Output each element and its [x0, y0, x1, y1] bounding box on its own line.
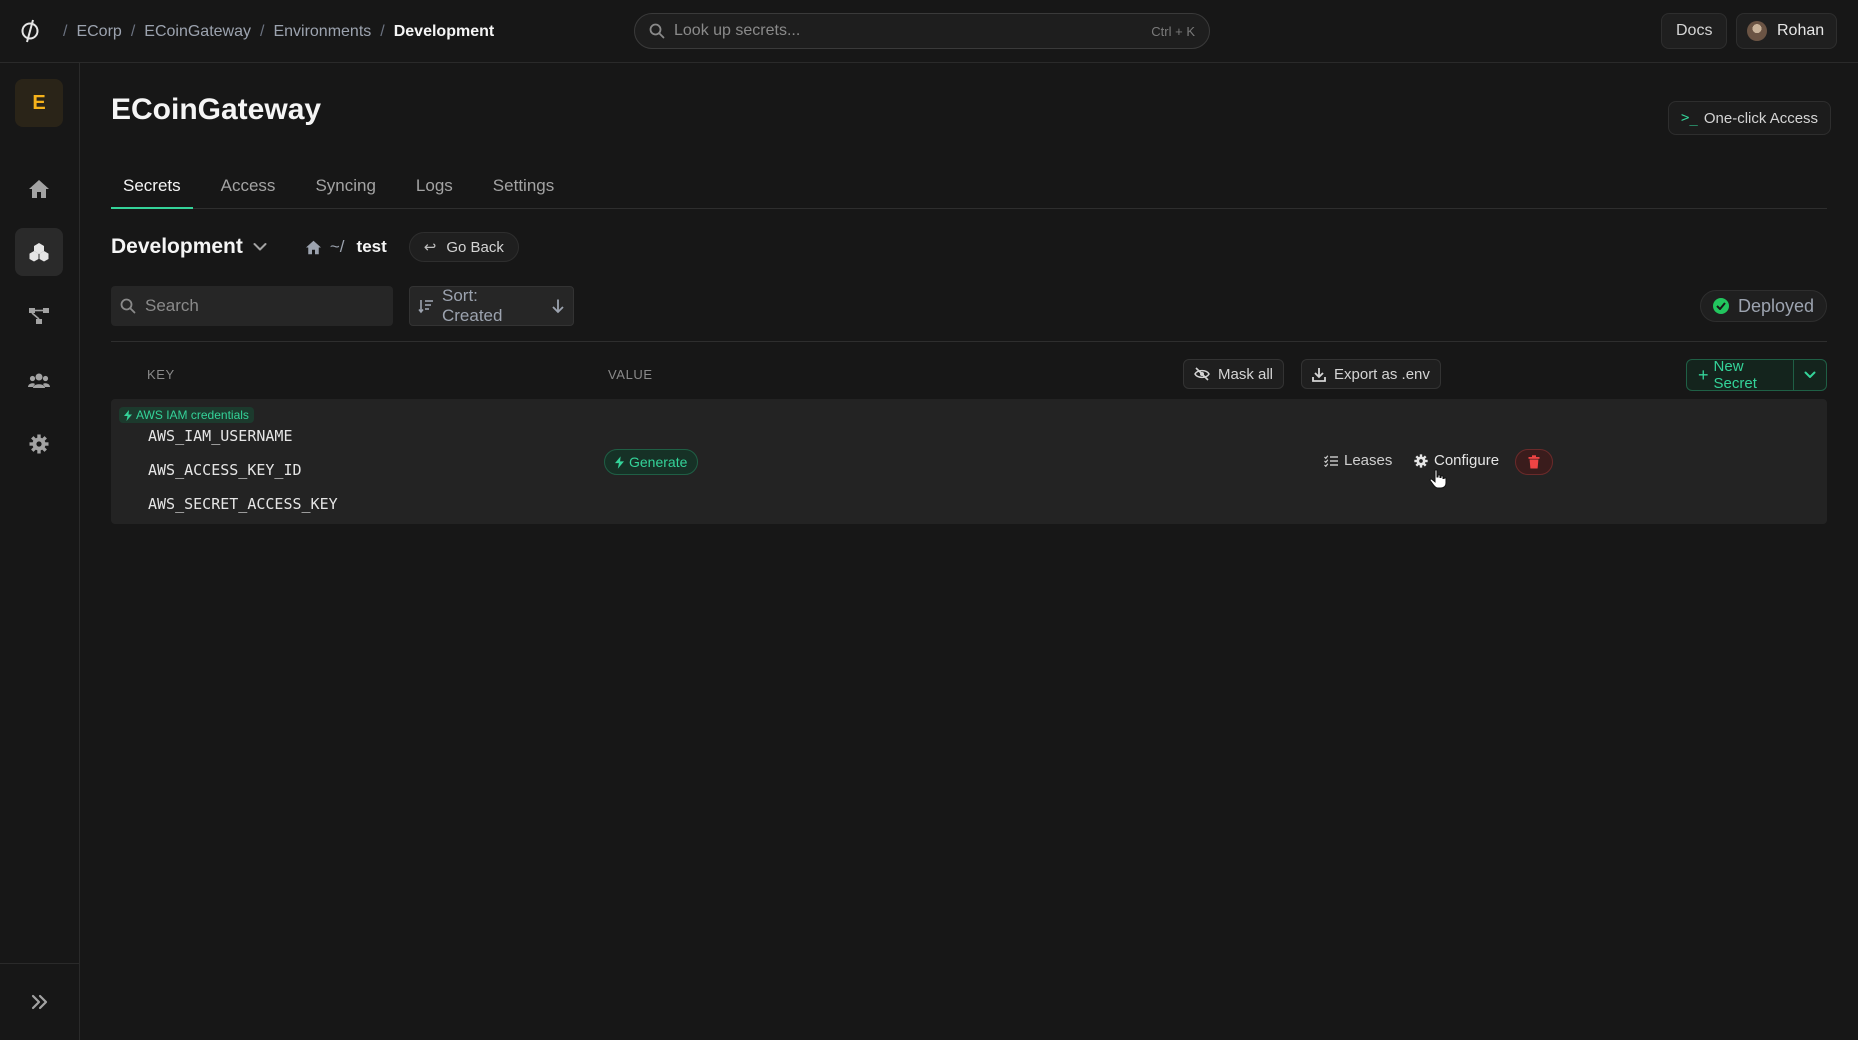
sidebar-item-apps[interactable]: [15, 228, 63, 276]
tab-access[interactable]: Access: [209, 171, 288, 209]
chevron-down-icon: [1804, 371, 1816, 378]
secrets-table-header: KEY VALUE Mask all Export as .env + New …: [111, 353, 1827, 397]
eye-off-icon: [1194, 367, 1210, 381]
terminal-icon: >_: [1681, 110, 1698, 126]
plus-icon: +: [1698, 365, 1709, 385]
tab-bar: Secrets Access Syncing Logs Settings: [111, 171, 1827, 209]
sort-dropdown[interactable]: Sort: Created: [409, 286, 574, 326]
lookup-placeholder: Look up secrets...: [674, 22, 801, 39]
tab-secrets[interactable]: Secrets: [111, 171, 193, 209]
breadcrumb: / ECorp / ECoinGateway / Environments / …: [63, 22, 495, 41]
tab-syncing[interactable]: Syncing: [303, 171, 387, 209]
environment-row: Development ~/ test ↩ Go Back: [111, 231, 519, 263]
generate-label: Generate: [629, 454, 688, 470]
check-circle-icon: [1713, 298, 1729, 314]
sidebar-item-settings[interactable]: [15, 420, 63, 468]
search-input[interactable]: Search: [111, 286, 393, 326]
arrow-down-icon: [552, 299, 564, 314]
path-prefix: ~/: [329, 237, 345, 256]
deployed-status-badge: Deployed: [1700, 290, 1828, 322]
current-folder[interactable]: test: [357, 237, 387, 257]
key-column-header: KEY: [147, 367, 175, 382]
configure-label: Configure: [1434, 452, 1500, 469]
top-bar: / ECorp / ECoinGateway / Environments / …: [0, 0, 1858, 63]
dynamic-secret-type: AWS IAM credentials: [136, 408, 249, 422]
org-badge[interactable]: E: [15, 79, 63, 127]
sidebar-footer: [0, 963, 80, 1040]
trash-icon: [1528, 455, 1540, 469]
sidebar-item-members[interactable]: [15, 356, 63, 404]
delete-secret-button[interactable]: [1515, 449, 1553, 475]
list-check-icon: [1324, 454, 1338, 467]
secret-key: AWS_SECRET_ACCESS_KEY: [148, 495, 338, 513]
home-icon[interactable]: [305, 240, 322, 255]
download-icon: [1312, 367, 1326, 382]
avatar: [1747, 21, 1767, 41]
new-secret-button-group: + New Secret: [1686, 359, 1827, 391]
apps-icon: [29, 243, 49, 262]
dynamic-secret-badge: AWS IAM credentials: [119, 407, 254, 423]
search-icon: [120, 298, 136, 314]
bolt-icon: [615, 455, 624, 469]
user-menu-button[interactable]: Rohan: [1736, 13, 1838, 49]
leases-button[interactable]: Leases: [1324, 452, 1392, 469]
tab-logs[interactable]: Logs: [404, 171, 465, 209]
tab-settings[interactable]: Settings: [481, 171, 566, 209]
one-click-access-button[interactable]: >_ One-click Access: [1668, 101, 1832, 135]
phase-logo-icon[interactable]: [18, 18, 42, 44]
environment-selector[interactable]: Development: [111, 235, 267, 259]
go-back-button[interactable]: ↩ Go Back: [408, 232, 519, 262]
search-placeholder: Search: [145, 296, 199, 315]
search-icon: [649, 23, 665, 39]
export-env-label: Export as .env: [1334, 365, 1430, 383]
secret-lookup-input[interactable]: Look up secrets... Ctrl + K: [634, 13, 1210, 49]
settings-icon: [29, 434, 49, 454]
export-env-button[interactable]: Export as .env: [1301, 359, 1441, 389]
user-name: Rohan: [1777, 22, 1825, 39]
secret-key: AWS_IAM_USERNAME: [148, 427, 293, 445]
environment-name: Development: [111, 235, 243, 258]
secrets-toolbar: Search Sort: Created Deployed: [111, 286, 1828, 326]
gear-icon: [1414, 453, 1428, 468]
leases-label: Leases: [1344, 452, 1393, 469]
generate-button[interactable]: Generate: [604, 449, 699, 475]
value-column-header: VALUE: [608, 367, 653, 382]
secret-key: AWS_ACCESS_KEY_ID: [148, 461, 302, 479]
sort-label: Sort: Created: [441, 286, 503, 325]
breadcrumb-environments[interactable]: Environments: [273, 23, 371, 41]
one-click-access-label: One-click Access: [1703, 109, 1819, 127]
sort-icon: [418, 300, 433, 314]
deployed-label: Deployed: [1738, 295, 1815, 316]
sidebar: E: [0, 63, 80, 1040]
integrations-icon: [29, 308, 49, 324]
new-secret-button[interactable]: + New Secret: [1687, 360, 1794, 390]
configure-button[interactable]: Configure: [1414, 452, 1499, 469]
members-icon: [28, 373, 50, 388]
mask-all-label: Mask all: [1218, 365, 1274, 383]
docs-button[interactable]: Docs: [1661, 13, 1728, 49]
expand-icon[interactable]: [30, 994, 50, 1010]
bolt-icon: [124, 409, 132, 421]
breadcrumb-org[interactable]: ECorp: [76, 23, 121, 41]
hand-cursor-icon: [1429, 469, 1447, 489]
mask-all-button[interactable]: Mask all: [1183, 359, 1285, 389]
lookup-shortcut: Ctrl + K: [1151, 23, 1195, 39]
chevron-down-icon: [253, 243, 267, 251]
new-secret-label: New Secret: [1713, 359, 1757, 391]
folder-path: ~/ test: [305, 237, 387, 257]
sidebar-item-integrations[interactable]: [15, 292, 63, 340]
home-icon: [29, 180, 49, 198]
dynamic-secret-row[interactable]: AWS IAM credentials AWS_IAM_USERNAME AWS…: [111, 399, 1827, 524]
main-content: ECoinGateway >_ One-click Access Secrets…: [80, 63, 1858, 1040]
breadcrumb-app[interactable]: ECoinGateway: [144, 23, 251, 41]
breadcrumb-current[interactable]: Development: [394, 23, 494, 41]
divider: [111, 341, 1827, 342]
sidebar-item-home[interactable]: [15, 165, 63, 213]
new-secret-menu-button[interactable]: [1794, 360, 1826, 390]
page-title: ECoinGateway: [111, 93, 322, 126]
go-back-label: Go Back: [446, 238, 504, 256]
return-arrow-icon: ↩: [423, 239, 437, 256]
